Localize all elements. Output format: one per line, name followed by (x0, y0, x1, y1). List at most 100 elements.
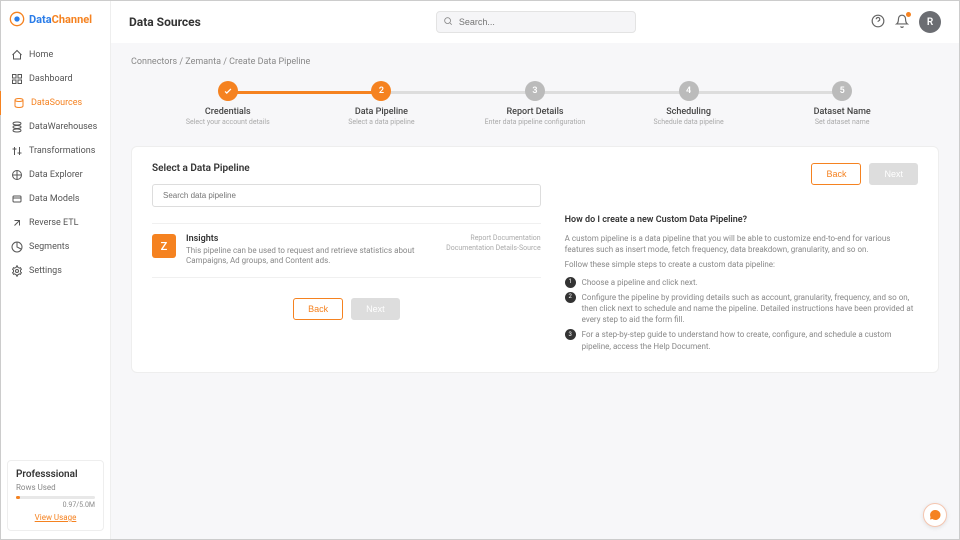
nav: Home Dashboard DataSources DataWarehouse… (1, 37, 110, 452)
step-dataset-name[interactable]: 5 Dataset Name Set dataset name (765, 81, 919, 126)
search-pipeline-input[interactable] (152, 184, 541, 207)
reverse-etl-icon (11, 217, 23, 229)
help-button[interactable] (871, 14, 885, 31)
nav-label: DataSources (31, 98, 82, 108)
pipeline-name: Insights (186, 234, 436, 244)
help-intro: A custom pipeline is a data pipeline tha… (565, 233, 918, 255)
nav-label: Transformations (29, 146, 95, 156)
view-usage-link[interactable]: View Usage (16, 513, 95, 522)
nav-label: Dashboard (29, 74, 73, 84)
step-circle: 2 (371, 81, 391, 101)
nav-label: Home (29, 50, 53, 60)
usage-text: 0.97/5.0M (16, 501, 95, 509)
gear-icon (11, 265, 23, 277)
breadcrumb: Connectors / Zemanta / Create Data Pipel… (131, 57, 939, 67)
stepper: Credentials Select your account details … (131, 81, 939, 126)
pipeline-links: Report Documentation Documentation Detai… (446, 234, 541, 267)
nav-models[interactable]: Data Models (1, 187, 110, 211)
explorer-icon (11, 169, 23, 181)
help-step: 2Configure the pipeline by providing det… (565, 292, 918, 326)
step-sublabel: Enter data pipeline configuration (485, 118, 586, 126)
help-step: 1 Choose a pipeline and click next. (565, 277, 918, 288)
datasources-icon (13, 97, 25, 109)
home-icon (11, 49, 23, 61)
step-label: Report Details (506, 107, 563, 117)
pipeline-icon: Z (152, 234, 176, 258)
search-icon (443, 16, 453, 26)
nav-datasources[interactable]: DataSources (0, 91, 110, 115)
plan-title: Professsional (16, 469, 95, 480)
nav-settings[interactable]: Settings (1, 259, 110, 283)
breadcrumb-zemanta[interactable]: Zemanta (185, 57, 221, 67)
pipeline-info: Insights This pipeline can be used to re… (186, 234, 436, 267)
nav-home[interactable]: Home (1, 43, 110, 67)
step-sublabel: Set dataset name (815, 118, 870, 126)
step-sublabel: Select a data pipeline (348, 118, 414, 126)
logo-icon (9, 11, 25, 27)
step-circle: 4 (679, 81, 699, 101)
section-title: Select a Data Pipeline (152, 163, 541, 174)
report-doc-link[interactable]: Report Documentation (446, 234, 541, 244)
pipeline-desc: This pipeline can be used to request and… (186, 246, 436, 267)
search-box (436, 11, 636, 33)
step-sublabel: Select your account details (186, 118, 270, 126)
avatar[interactable]: R (919, 11, 941, 33)
step-label: Scheduling (666, 107, 711, 117)
plan-card: Professsional Rows Used 0.97/5.0M View U… (7, 460, 104, 531)
next-button-bottom[interactable]: Next (351, 298, 400, 320)
main: Data Sources R Connectors / Zemanta / Cr… (111, 1, 959, 539)
back-button-bottom[interactable]: Back (293, 298, 343, 320)
step-report-details[interactable]: 3 Report Details Enter data pipeline con… (458, 81, 612, 126)
step-circle: 5 (832, 81, 852, 101)
nav-reverse-etl[interactable]: Reverse ETL (1, 211, 110, 235)
page-title: Data Sources (129, 15, 201, 29)
nav-transformations[interactable]: Transformations (1, 139, 110, 163)
step-label: Dataset Name (814, 107, 871, 117)
topbar: Data Sources R (111, 1, 959, 43)
help-steps: 1 Choose a pipeline and click next. 2Conf… (565, 277, 918, 352)
panel-left: Select a Data Pipeline Z Insights This p… (152, 163, 541, 356)
nav-explorer[interactable]: Data Explorer (1, 163, 110, 187)
segments-icon (11, 241, 23, 253)
models-icon (11, 193, 23, 205)
step-sublabel: Schedule data pipeline (653, 118, 723, 126)
chat-fab[interactable] (923, 503, 947, 527)
nav-segments[interactable]: Segments (1, 235, 110, 259)
step-num-icon: 3 (565, 329, 576, 340)
step-label: Data Pipeline (355, 107, 408, 117)
step-scheduling[interactable]: 4 Scheduling Schedule data pipeline (612, 81, 766, 126)
check-icon (223, 86, 233, 96)
nav-label: DataWarehouses (29, 122, 97, 132)
usage-bar (16, 496, 95, 499)
next-button-top[interactable]: Next (869, 163, 918, 185)
warehouse-icon (11, 121, 23, 133)
plan-rows-label: Rows Used (16, 483, 95, 492)
nav-datawarehouses[interactable]: DataWarehouses (1, 115, 110, 139)
logo[interactable]: DataChannel (1, 1, 110, 37)
doc-details-link[interactable]: Documentation Details-Source (446, 244, 541, 254)
notifications-button[interactable] (895, 14, 909, 31)
step-num-icon: 1 (565, 277, 576, 288)
nav-label: Segments (29, 242, 69, 252)
step-num-icon: 2 (565, 292, 576, 303)
breadcrumb-current: Create Data Pipeline (229, 57, 310, 67)
chat-icon (929, 509, 941, 521)
dashboard-icon (11, 73, 23, 85)
back-button-top[interactable]: Back (811, 163, 861, 185)
search-input[interactable] (436, 11, 636, 33)
sidebar: DataChannel Home Dashboard DataSources D… (1, 1, 111, 539)
transform-icon (11, 145, 23, 157)
step-circle (218, 81, 238, 101)
nav-dashboard[interactable]: Dashboard (1, 67, 110, 91)
nav-label: Data Models (29, 194, 80, 204)
step-data-pipeline[interactable]: 2 Data Pipeline Select a data pipeline (305, 81, 459, 126)
nav-label: Settings (29, 266, 62, 276)
pipeline-card[interactable]: Z Insights This pipeline can be used to … (152, 223, 541, 278)
step-label: Credentials (205, 107, 251, 117)
breadcrumb-connectors[interactable]: Connectors (131, 57, 177, 67)
nav-label: Reverse ETL (29, 218, 78, 228)
step-credentials[interactable]: Credentials Select your account details (151, 81, 305, 126)
panel-right: Back Next How do I create a new Custom D… (565, 163, 918, 356)
panel: Select a Data Pipeline Z Insights This p… (131, 146, 939, 373)
help-step-text: Choose a pipeline and click next. (582, 277, 698, 288)
